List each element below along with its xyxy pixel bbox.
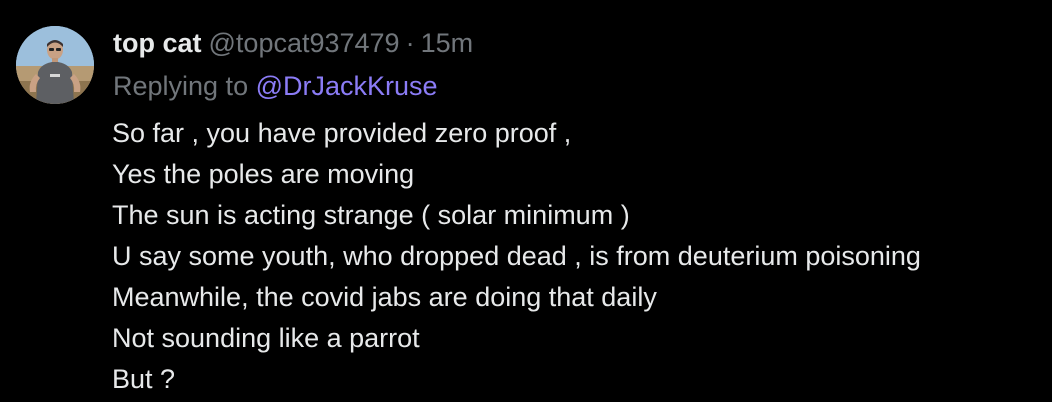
author-display-name[interactable]: top cat <box>113 28 202 58</box>
replying-to-label: Replying to <box>113 71 249 101</box>
timestamp[interactable]: 15m <box>421 28 474 58</box>
tweet-text-line: Yes the poles are moving <box>112 159 415 189</box>
tweet-text-line: Meanwhile, the covid jabs are doing that… <box>112 282 657 312</box>
tweet-text: So far , you have provided zero proof , … <box>112 113 1047 400</box>
tweet-text-line: The sun is acting strange ( solar minimu… <box>112 200 630 230</box>
user-avatar-photo-icon <box>16 26 94 104</box>
avatar[interactable] <box>16 26 94 104</box>
tweet-header: top cat @topcat937479 · 15m <box>113 24 473 62</box>
tweet[interactable]: top cat @topcat937479 · 15m Replying to @Dr… <box>0 0 1052 402</box>
tweet-text-line: So far , you have provided zero proof , <box>112 118 572 148</box>
replying-to: Replying to @DrJackKruse <box>113 67 438 105</box>
author-handle[interactable]: @topcat937479 <box>209 28 400 58</box>
tweet-text-line: U say some youth, who dropped dead , is … <box>112 241 921 271</box>
tweet-text-line: Not sounding like a parrot <box>112 323 420 353</box>
mention-link[interactable]: @DrJackKruse <box>256 71 438 101</box>
separator-dot: · <box>405 28 415 58</box>
tweet-text-line: But ? <box>112 364 176 394</box>
